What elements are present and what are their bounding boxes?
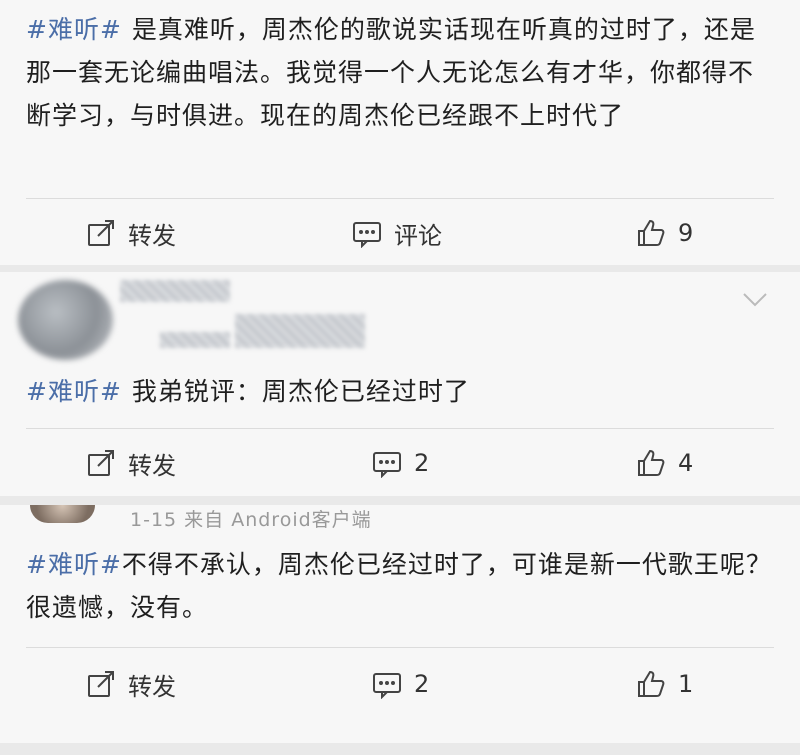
avatar[interactable] [18,280,113,360]
share-edit-icon [88,671,114,697]
repost-button[interactable]: 转发 [86,438,176,488]
repost-label: 转发 [128,451,176,480]
chevron-down-icon[interactable] [740,284,770,314]
action-bar: 转发 2 4 [0,438,800,488]
thumbs-up-icon [638,219,665,246]
repost-label: 转发 [128,672,176,701]
like-button[interactable]: 9 [636,208,693,258]
comment-icon [353,222,381,248]
action-bar: 转发 评论 9 [0,208,800,258]
comment-button[interactable]: 评论 [352,208,442,258]
share-edit-icon [88,220,114,246]
like-button[interactable]: 4 [636,438,693,488]
divider [26,647,774,648]
blurred-meta [160,332,230,348]
post-text-2: #难听# 我弟锐评：周杰伦已经过时了 [26,370,774,413]
post-card-3: 1-15 来自 Android客户端 #难听#不得不承认，周杰伦已经过时了，可谁… [0,505,800,743]
comment-label: 评论 [394,221,442,250]
comment-count: 2 [414,670,430,698]
comment-icon [373,673,401,699]
repost-label: 转发 [128,221,176,250]
hashtag-link[interactable]: #难听# [26,377,122,406]
post-text-3: #难听#不得不承认，周杰伦已经过时了，可谁是新一代歌王呢？很遗憾，没有。 [26,543,774,629]
hashtag-link[interactable]: #难听# [26,550,122,579]
divider [26,428,774,429]
post-card-2: #难听# 我弟锐评：周杰伦已经过时了 转发 2 4 [0,272,800,496]
repost-button[interactable]: 转发 [86,659,176,709]
thumbs-up-icon [638,670,665,697]
repost-button[interactable]: 转发 [86,208,176,258]
post-card-1: #难听# 是真难听，周杰伦的歌说实话现在听真的过时了，还是那一套无论编曲唱法。我觉… [0,0,800,265]
like-count: 1 [678,670,694,698]
avatar[interactable] [30,505,95,523]
post-body: 是真难听，周杰伦的歌说实话现在听真的过时了，还是那一套无论编曲唱法。我觉得一个人… [26,15,756,130]
thumbs-up-icon [638,449,665,476]
post-body: 我弟锐评：周杰伦已经过时了 [131,377,470,406]
comment-icon [373,452,401,478]
comment-count: 2 [414,449,430,477]
blurred-meta [235,314,365,348]
post-body: 不得不承认，周杰伦已经过时了，可谁是新一代歌王呢？很遗憾，没有。 [26,550,772,622]
post-text-1: #难听# 是真难听，周杰伦的歌说实话现在听真的过时了，还是那一套无论编曲唱法。我觉… [26,8,774,137]
comment-button[interactable]: 2 [372,438,429,488]
share-edit-icon [88,450,114,476]
like-button[interactable]: 1 [636,659,693,709]
like-count: 4 [678,449,694,477]
hashtag-link[interactable]: #难听# [26,15,122,44]
divider [26,198,774,199]
post-meta: 1-15 来自 Android客户端 [130,509,372,531]
blurred-username [120,280,230,302]
comment-button[interactable]: 2 [372,659,429,709]
action-bar: 转发 2 1 [0,659,800,709]
like-count: 9 [678,219,694,247]
